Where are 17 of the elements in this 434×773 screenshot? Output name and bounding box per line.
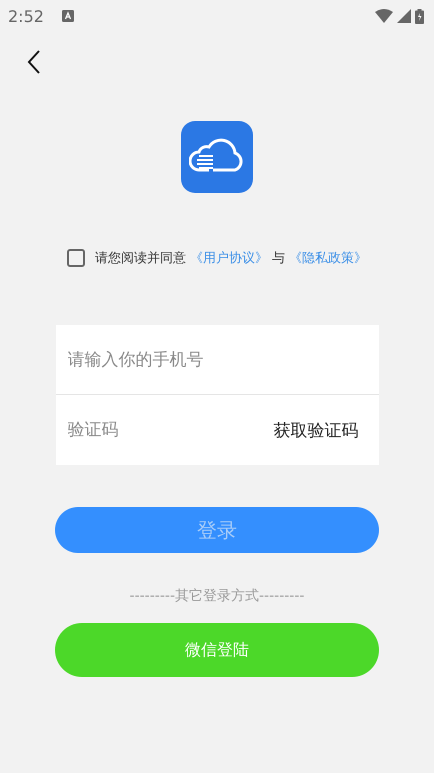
- notification-icon: [62, 10, 74, 22]
- get-code-button[interactable]: 获取验证码: [266, 395, 378, 465]
- cloud-logo-icon: [181, 121, 253, 193]
- agreement-checkbox[interactable]: [67, 249, 85, 267]
- other-login-text: ---------其它登录方式---------: [130, 587, 304, 605]
- agreement-text: 请您阅读并同意: [95, 250, 186, 267]
- status-time: 2:52: [8, 6, 44, 26]
- code-input-field[interactable]: 验证码: [56, 395, 266, 465]
- privacy-policy-link[interactable]: 《隐私政策》: [289, 249, 367, 267]
- wechat-login-button[interactable]: 微信登陆: [55, 623, 379, 677]
- battery-icon: [415, 8, 424, 24]
- signal-icon: [397, 9, 411, 23]
- back-icon[interactable]: [27, 50, 41, 74]
- user-agreement-link[interactable]: 《用户协议》: [190, 249, 268, 267]
- wifi-icon: [375, 9, 393, 23]
- conjunction-text: 与: [272, 250, 285, 267]
- phone-input-field[interactable]: 请输入你的手机号: [56, 325, 378, 395]
